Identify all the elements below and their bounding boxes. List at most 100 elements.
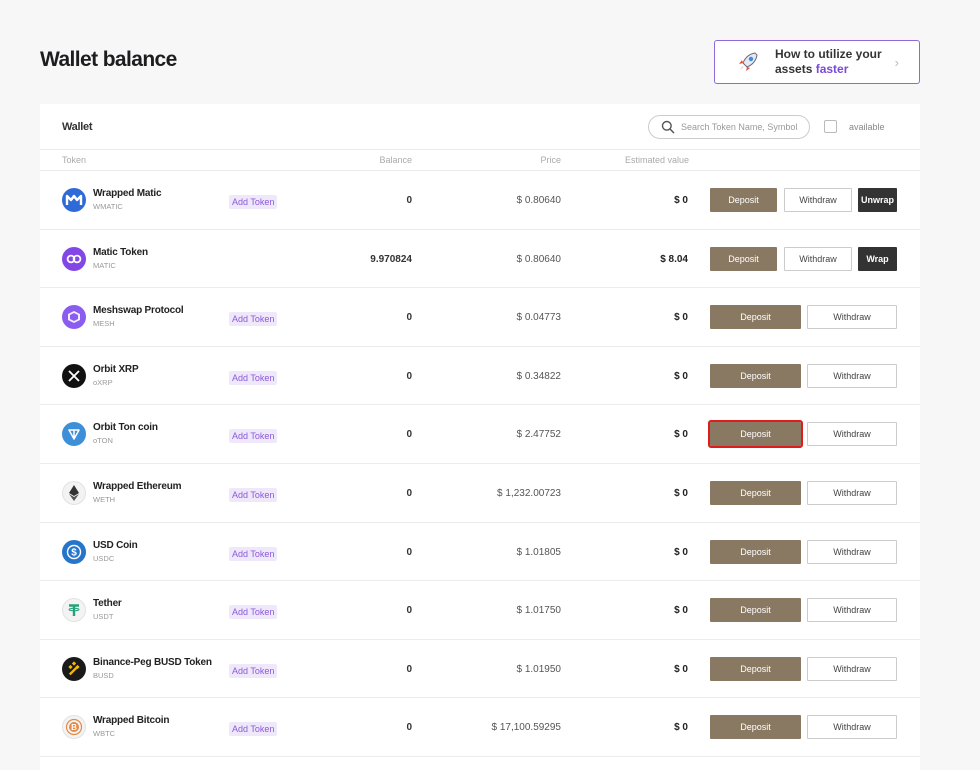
add-token-button[interactable]: Add Token	[229, 546, 278, 561]
busd-icon	[62, 656, 86, 681]
token-symbol: USDC	[93, 553, 115, 563]
promo-line1: How to utilize your	[775, 47, 882, 61]
add-token-button[interactable]: Add Token	[229, 429, 278, 444]
table-row: Orbit XRP oXRP Add Token 0 $ 0.34822 $ 0 Depos…	[40, 347, 920, 406]
token-symbol: USDT	[93, 612, 114, 622]
token-estimated-value: $ 0	[674, 722, 688, 734]
withdraw-button[interactable]: Withdraw	[807, 422, 897, 447]
deposit-button[interactable]: Deposit	[710, 656, 801, 681]
token-estimated-value: $ 0	[674, 605, 688, 617]
deposit-button[interactable]: Deposit	[710, 480, 801, 505]
deposit-button[interactable]: Deposit	[710, 715, 801, 740]
token-price: $ 0.80640	[516, 195, 562, 206]
withdraw-button[interactable]: Withdraw	[807, 363, 897, 388]
col-estimated: Estimated value	[624, 155, 689, 165]
promo-banner[interactable]: How to utilize your assets faster ›	[714, 40, 920, 84]
svg-text:$: $	[71, 547, 77, 558]
svg-text:B: B	[71, 723, 77, 732]
token-symbol: MATIC	[93, 260, 116, 270]
meshswap-icon	[62, 305, 86, 330]
table-row: B Wrapped Bitcoin WBTC Add Token 0 $ 17,100.5…	[40, 698, 920, 757]
rocket-icon	[739, 52, 758, 71]
token-price: $ 17,100.59295	[491, 722, 561, 734]
deposit-button[interactable]: Deposit	[710, 246, 777, 271]
token-balance: 0	[406, 605, 412, 617]
table-row: Wrapped Matic WMATIC Add Token 0 $ 0.80640 $ …	[40, 171, 920, 230]
deposit-button[interactable]: Deposit	[710, 539, 801, 564]
xrp-icon	[62, 363, 86, 388]
token-name: Binance-Peg BUSD Token	[93, 656, 212, 668]
withdraw-button[interactable]: Withdraw	[807, 656, 897, 681]
token-price: $ 0.04773	[516, 312, 562, 324]
token-symbol: oTON	[93, 436, 113, 446]
withdraw-button[interactable]: Withdraw	[807, 539, 897, 564]
add-token-button[interactable]: Add Token	[229, 195, 278, 209]
deposit-button[interactable]: Deposit	[708, 420, 803, 449]
token-price: $ 2.47752	[516, 429, 562, 441]
withdraw-button[interactable]: Withdraw	[784, 188, 852, 212]
withdraw-button[interactable]: Withdraw	[784, 246, 852, 271]
search-box[interactable]	[648, 115, 810, 139]
token-balance: 0	[406, 722, 412, 734]
token-name: Orbit Ton coin	[93, 422, 158, 434]
token-list: Wrapped Matic WMATIC Add Token 0 $ 0.80640 $ …	[40, 171, 920, 757]
token-price: $ 1,232.00723	[497, 487, 561, 499]
token-estimated-value: $ 0	[674, 487, 688, 499]
table-row: Orbit Ton coin oTON Add Token 0 $ 2.47752 $ 0…	[40, 405, 920, 464]
withdraw-button[interactable]: Withdraw	[807, 305, 897, 330]
deposit-button[interactable]: Deposit	[710, 598, 801, 623]
add-token-button[interactable]: Add Token	[229, 722, 278, 737]
token-estimated-value: $ 8.04	[660, 253, 688, 265]
token-balance: 0	[406, 312, 412, 324]
deposit-button[interactable]: Deposit	[710, 188, 777, 212]
promo-text: How to utilize your assets faster	[775, 47, 885, 77]
token-price: $ 1.01750	[516, 605, 562, 617]
withdraw-button[interactable]: Withdraw	[807, 715, 897, 740]
token-name: Matic Token	[93, 246, 148, 258]
available-checkbox[interactable]	[824, 120, 837, 133]
token-symbol: WMATIC	[93, 202, 123, 211]
table-row: Matic Token MATIC 9.970824 $ 0.80640 $ 8.04 D…	[40, 230, 920, 289]
table-row: Meshswap Protocol MESH Add Token 0 $ 0.04773…	[40, 288, 920, 347]
token-balance: 0	[406, 429, 412, 441]
search-input[interactable]	[681, 122, 799, 132]
token-balance: 0	[406, 370, 412, 382]
token-price: $ 0.80640	[516, 253, 562, 265]
token-name: Orbit XRP	[93, 363, 139, 375]
available-label: available	[849, 122, 885, 132]
token-estimated-value: $ 0	[674, 370, 688, 382]
token-estimated-value: $ 0	[674, 195, 688, 206]
deposit-button[interactable]: Deposit	[710, 305, 801, 330]
col-balance: Balance	[379, 155, 412, 165]
table-row: Binance-Peg BUSD Token BUSD Add Token 0 $ 1.…	[40, 640, 920, 699]
wbtc-icon: B	[62, 715, 86, 740]
token-estimated-value: $ 0	[674, 312, 688, 324]
token-symbol: BUSD	[93, 670, 114, 680]
add-token-button[interactable]: Add Token	[229, 487, 278, 502]
unwrap-button[interactable]: Unwrap	[858, 188, 897, 212]
table-row: $ USD Coin USDC Add Token 0 $ 1.01805 $ 0 Depos…	[40, 523, 920, 582]
withdraw-button[interactable]: Withdraw	[807, 598, 897, 623]
add-token-button[interactable]: Add Token	[229, 605, 278, 620]
add-token-button[interactable]: Add Token	[229, 663, 278, 678]
deposit-button[interactable]: Deposit	[710, 363, 801, 388]
token-price: $ 1.01950	[516, 663, 562, 675]
wrap-button[interactable]: Wrap	[858, 246, 897, 271]
col-price: Price	[540, 155, 561, 165]
token-balance: 0	[406, 663, 412, 675]
token-name: USD Coin	[93, 539, 138, 551]
promo-line2: assets	[775, 62, 816, 76]
table-header: Token Balance Price Estimated value	[40, 150, 920, 171]
token-price: $ 1.01805	[516, 546, 562, 558]
search-icon	[661, 120, 675, 134]
token-symbol: WBTC	[93, 729, 116, 739]
token-name: Wrapped Matic	[93, 188, 162, 199]
token-estimated-value: $ 0	[674, 429, 688, 441]
add-token-button[interactable]: Add Token	[229, 312, 278, 327]
withdraw-button[interactable]: Withdraw	[807, 480, 897, 505]
promo-highlight: faster	[815, 62, 849, 76]
add-token-button[interactable]: Add Token	[229, 370, 278, 385]
token-balance: 9.970824	[370, 253, 412, 265]
wallet-panel: Wallet available Token Balance Price Est…	[40, 104, 920, 770]
token-balance: 0	[406, 546, 412, 558]
